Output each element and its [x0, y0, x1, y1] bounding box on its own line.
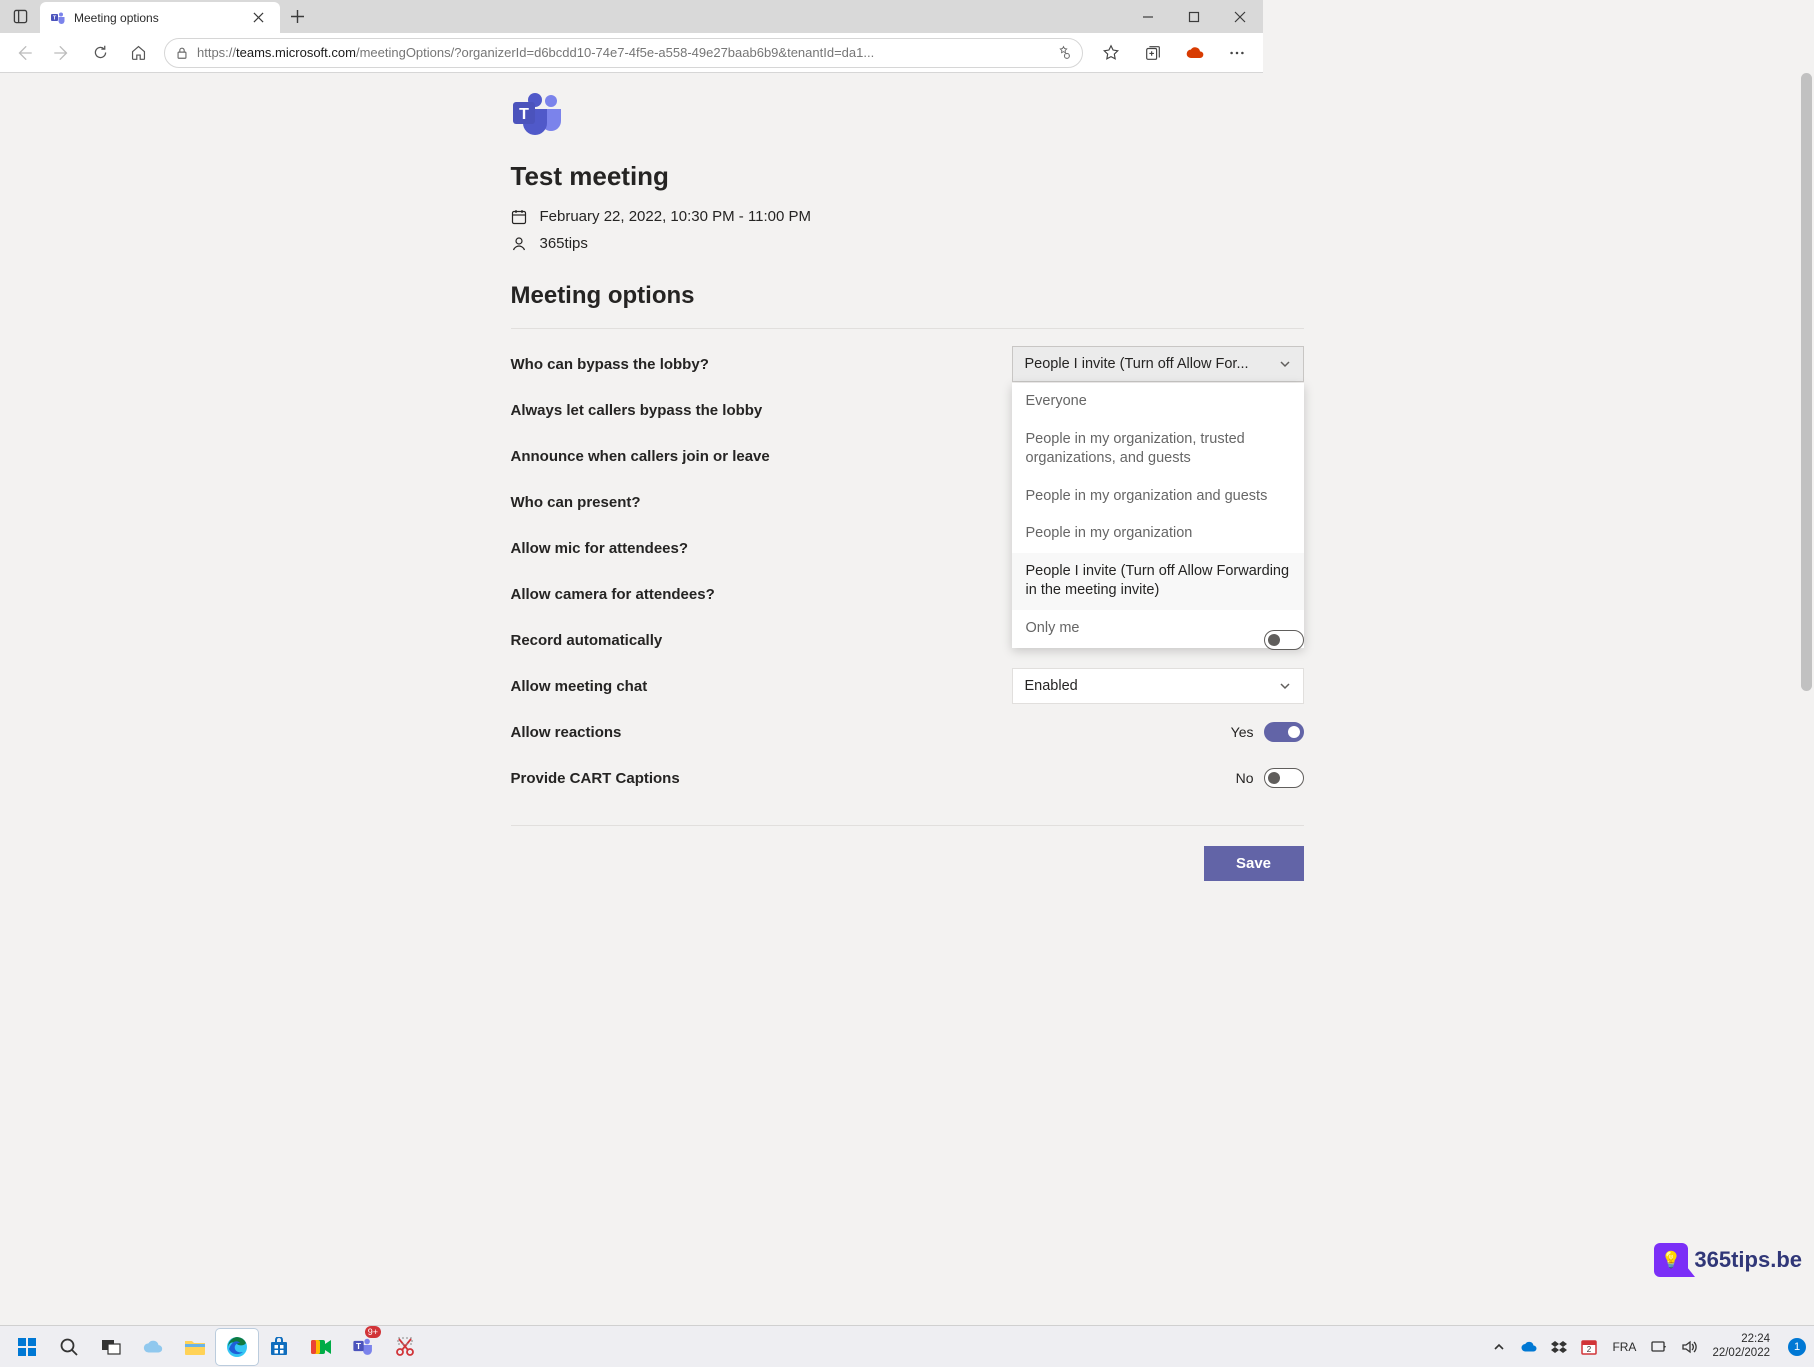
tray-clock[interactable]: 22:24 22/02/2022	[1712, 1333, 1770, 1359]
lock-icon	[175, 46, 189, 60]
tab-actions-icon[interactable]	[0, 0, 40, 33]
svg-text:T: T	[356, 1342, 361, 1351]
cart-toggle[interactable]	[1264, 768, 1304, 788]
vertical-scrollbar[interactable]	[1801, 73, 1812, 1325]
dd-item[interactable]: Only me	[1012, 610, 1304, 648]
bypass-lobby-select[interactable]: People I invite (Turn off Allow For...	[1012, 346, 1304, 382]
task-view-button[interactable]	[90, 1329, 132, 1365]
watermark: 💡 365tips.be	[1654, 1243, 1802, 1277]
watermark-icon: 💡	[1654, 1243, 1688, 1277]
dd-item[interactable]: People in my organization and guests	[1012, 478, 1304, 516]
tray-overflow-icon[interactable]	[1488, 1341, 1510, 1353]
url-text: https://teams.microsoft.com/meetingOptio…	[197, 45, 1047, 60]
window-close-button[interactable]	[1217, 0, 1263, 33]
person-icon	[511, 235, 528, 252]
meeting-organizer-row: 365tips	[511, 235, 1304, 252]
meeting-title: Test meeting	[511, 161, 1304, 192]
taskbar-app-teams[interactable]: T 9+	[342, 1329, 384, 1365]
nav-home-button[interactable]	[120, 37, 156, 69]
toggle-state: Yes	[1231, 724, 1254, 740]
taskbar-app-edge[interactable]	[216, 1329, 258, 1365]
chevron-down-icon	[1279, 358, 1291, 370]
page-settings-icon[interactable]	[1055, 44, 1072, 61]
favorites-icon[interactable]	[1091, 37, 1131, 69]
watermark-text: 365tips.be	[1694, 1247, 1802, 1273]
more-icon[interactable]	[1217, 37, 1257, 69]
toggle-state: No	[1236, 770, 1254, 786]
section-title: Meeting options	[511, 282, 1304, 329]
tray-network-icon[interactable]	[1648, 1340, 1670, 1354]
page-content: T Test meeting February 22, 2022, 10:30 …	[511, 73, 1304, 826]
taskbar-app-explorer[interactable]	[174, 1329, 216, 1365]
option-label: Allow meeting chat	[511, 678, 648, 695]
option-label: Record automatically	[511, 632, 663, 649]
taskbar-app-store[interactable]	[258, 1329, 300, 1365]
tray-notifications-badge[interactable]: 1	[1788, 1338, 1806, 1356]
profile-sync-icon[interactable]	[1175, 37, 1215, 69]
record-toggle[interactable]	[1264, 630, 1304, 650]
tray-dropbox-icon[interactable]	[1548, 1339, 1570, 1355]
address-bar[interactable]: https://teams.microsoft.com/meetingOptio…	[164, 38, 1083, 68]
dd-item[interactable]: People in my organization, trusted organ…	[1012, 421, 1304, 478]
window-titlebar: T Meeting options	[0, 0, 1263, 33]
start-button[interactable]	[6, 1329, 48, 1365]
teams-logo-icon: T	[511, 91, 561, 131]
svg-text:T: T	[519, 106, 529, 123]
meeting-organizer: 365tips	[540, 235, 588, 252]
new-tab-button[interactable]	[280, 0, 314, 33]
dd-item[interactable]: Everyone	[1012, 383, 1304, 421]
calendar-icon	[511, 208, 528, 225]
option-label: Provide CART Captions	[511, 770, 680, 787]
option-chat: Allow meeting chat Enabled	[511, 663, 1304, 709]
nav-refresh-button[interactable]	[82, 37, 118, 69]
nav-forward-button[interactable]	[44, 37, 80, 69]
option-cart: Provide CART Captions No	[511, 755, 1304, 801]
tray-language[interactable]: FRA	[1612, 1340, 1636, 1354]
option-label: Always let callers bypass the lobby	[511, 402, 763, 419]
browser-toolbar: https://teams.microsoft.com/meetingOptio…	[0, 33, 1263, 73]
window-minimize-button[interactable]	[1125, 0, 1171, 33]
search-button[interactable]	[48, 1329, 90, 1365]
window-maximize-button[interactable]	[1171, 0, 1217, 33]
option-label: Allow reactions	[511, 724, 622, 741]
chat-select[interactable]: Enabled	[1012, 668, 1304, 704]
option-bypass-lobby: Who can bypass the lobby? People I invit…	[511, 341, 1304, 387]
teams-badge: 9+	[365, 1326, 381, 1338]
dd-item[interactable]: People I invite (Turn off Allow Forwardi…	[1012, 553, 1304, 610]
option-label: Announce when callers join or leave	[511, 448, 770, 465]
option-label: Who can bypass the lobby?	[511, 356, 709, 373]
option-reactions: Allow reactions Yes	[511, 709, 1304, 755]
teams-favicon-icon: T	[50, 10, 66, 26]
page-viewport: T Test meeting February 22, 2022, 10:30 …	[0, 73, 1814, 1325]
taskbar: T 9+ 2 FRA 22:24 22/02/2022 1	[0, 1325, 1814, 1367]
reactions-toggle[interactable]	[1264, 722, 1304, 742]
collections-icon[interactable]	[1133, 37, 1173, 69]
browser-tab[interactable]: T Meeting options	[40, 2, 280, 33]
option-label: Who can present?	[511, 494, 641, 511]
tab-close-icon[interactable]	[249, 10, 268, 25]
taskbar-app-snip[interactable]	[384, 1329, 426, 1365]
svg-text:2: 2	[1587, 1345, 1592, 1354]
meeting-datetime-row: February 22, 2022, 10:30 PM - 11:00 PM	[511, 208, 1304, 225]
meeting-datetime: February 22, 2022, 10:30 PM - 11:00 PM	[540, 208, 812, 225]
tab-title: Meeting options	[74, 11, 241, 25]
tray-calendar-icon[interactable]: 2	[1578, 1339, 1600, 1355]
save-button[interactable]: Save	[1204, 846, 1304, 881]
chevron-down-icon	[1279, 680, 1291, 692]
taskbar-app-meet[interactable]	[300, 1329, 342, 1365]
bypass-lobby-dropdown: Everyone People in my organization, trus…	[1012, 383, 1304, 648]
option-label: Allow camera for attendees?	[511, 586, 715, 603]
system-tray: 2 FRA 22:24 22/02/2022 1	[1488, 1333, 1808, 1359]
nav-back-button[interactable]	[6, 37, 42, 69]
tray-volume-icon[interactable]	[1678, 1340, 1700, 1354]
option-label: Allow mic for attendees?	[511, 540, 689, 557]
taskbar-app-cloud[interactable]	[132, 1329, 174, 1365]
tray-onedrive-icon[interactable]	[1518, 1341, 1540, 1353]
dd-item[interactable]: People in my organization	[1012, 515, 1304, 553]
